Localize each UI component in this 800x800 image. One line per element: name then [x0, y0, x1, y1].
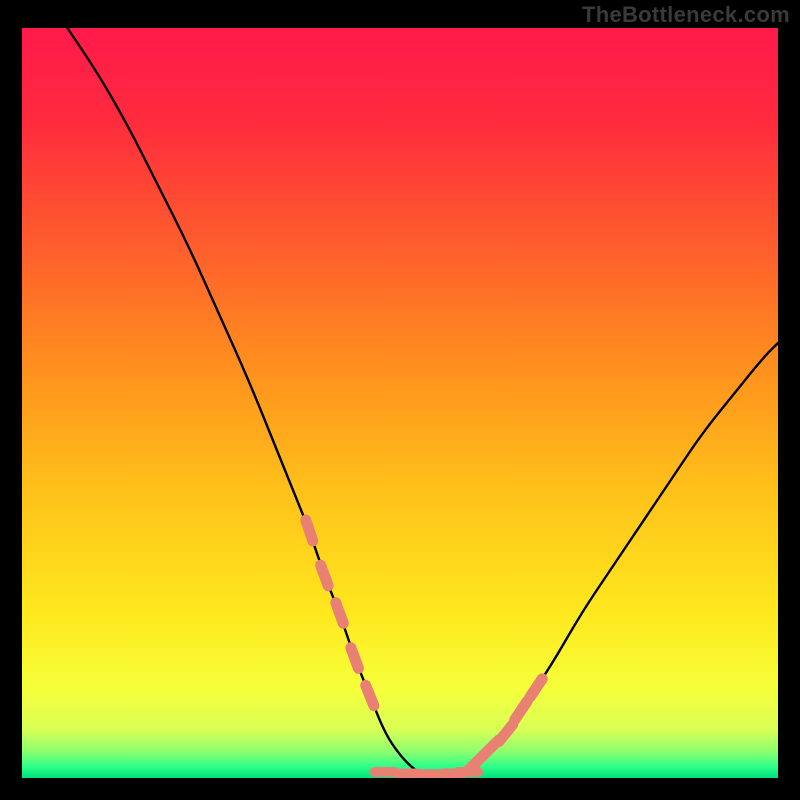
watermark-text: TheBottleneck.com — [582, 2, 790, 28]
plot-area — [22, 28, 778, 778]
chart-stage: TheBottleneck.com — [0, 0, 800, 800]
plot-svg — [22, 28, 778, 778]
